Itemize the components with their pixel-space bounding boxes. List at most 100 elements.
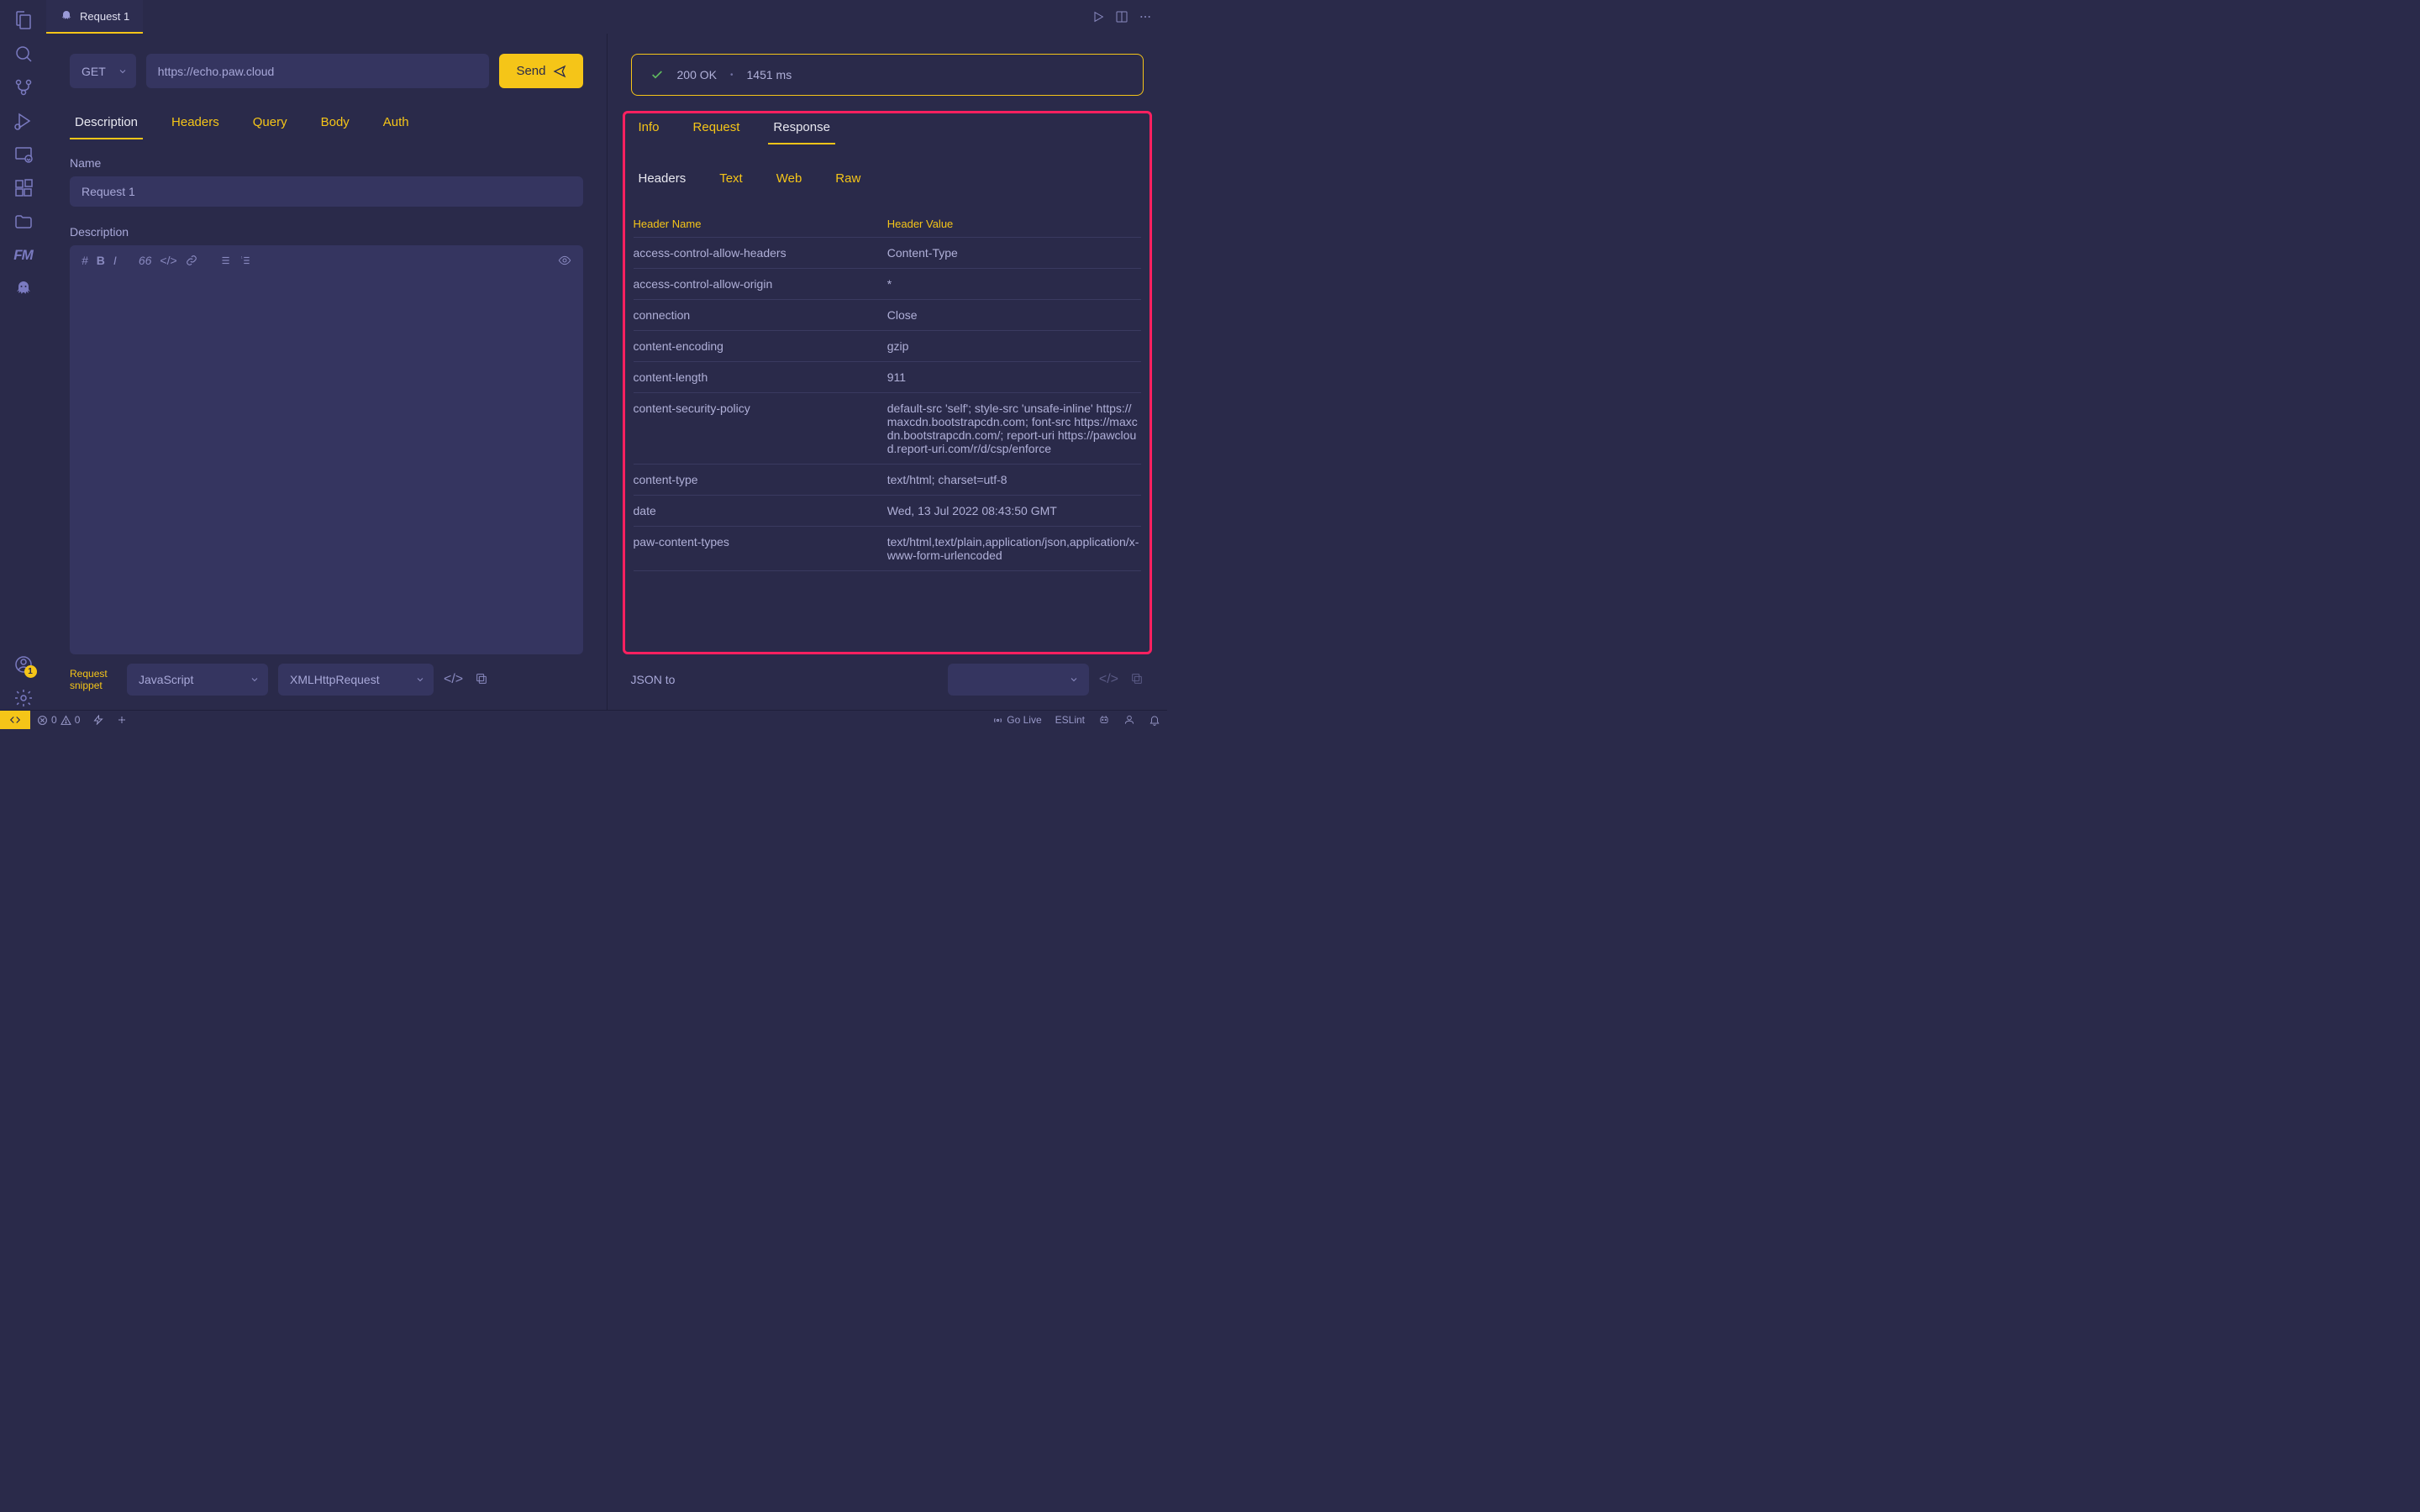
source-control-icon[interactable] xyxy=(12,76,35,99)
dot-separator: • xyxy=(730,71,734,80)
header-value: Close xyxy=(887,308,1141,322)
header-name: content-security-policy xyxy=(634,402,887,455)
tab-query[interactable]: Query xyxy=(248,110,292,139)
json-code-icon[interactable]: </> xyxy=(1099,672,1118,687)
header-value: text/html,text/plain,application/json,ap… xyxy=(887,535,1141,562)
headers-table: Header Name Header Value access-control-… xyxy=(634,211,1142,647)
url-input[interactable] xyxy=(146,54,490,88)
check-icon xyxy=(650,68,664,81)
snippet-library-select[interactable]: XMLHttpRequest xyxy=(278,664,434,696)
settings-gear-icon[interactable] xyxy=(12,686,35,710)
tab-response[interactable]: Response xyxy=(768,115,835,144)
eslint-item[interactable]: ESLint xyxy=(1049,714,1092,726)
header-name: content-type xyxy=(634,473,887,486)
list-icon[interactable] xyxy=(219,255,231,266)
method-select[interactable]: GET xyxy=(70,54,136,88)
more-icon[interactable] xyxy=(1139,10,1152,24)
send-label: Send xyxy=(516,64,545,78)
bold-icon[interactable]: B xyxy=(97,254,105,267)
header-value: * xyxy=(887,277,1141,291)
copilot-item[interactable] xyxy=(1092,714,1117,726)
name-input[interactable] xyxy=(70,176,583,207)
preview-eye-icon[interactable] xyxy=(558,254,571,267)
header-name: content-length xyxy=(634,370,887,384)
link-icon[interactable] xyxy=(186,254,197,267)
request-panel: GET Send Description Headers Query Body … xyxy=(46,34,608,710)
run-icon[interactable] xyxy=(1092,10,1105,24)
response-tabs: Info Request Response xyxy=(634,115,1142,144)
description-label: Description xyxy=(70,225,583,239)
problems-item[interactable]: 0 0 xyxy=(30,714,87,726)
split-editor-icon[interactable] xyxy=(1115,10,1128,24)
response-highlight: Info Request Response Headers Text Web R… xyxy=(623,111,1153,654)
snippet-code-icon[interactable]: </> xyxy=(444,672,463,687)
tab-body[interactable]: Body xyxy=(316,110,355,139)
feedback-item[interactable] xyxy=(1117,714,1142,726)
tab-request[interactable]: Request xyxy=(688,115,745,144)
snippet-language-select[interactable]: JavaScript xyxy=(127,664,268,696)
remote-indicator[interactable] xyxy=(0,711,30,729)
view-raw[interactable]: Raw xyxy=(830,168,865,194)
tab-info[interactable]: Info xyxy=(634,115,665,144)
method-value: GET xyxy=(82,65,106,78)
description-toolbar: # B I 66 </> 1 xyxy=(70,245,583,276)
status-code: 200 OK xyxy=(677,68,717,81)
editor-tabbar: Request 1 xyxy=(46,0,1167,34)
snippet-copy-icon[interactable] xyxy=(475,672,488,687)
tab-headers[interactable]: Headers xyxy=(166,110,224,139)
italic-icon[interactable]: I xyxy=(113,254,117,267)
remote-explorer-icon[interactable] xyxy=(12,143,35,166)
header-value: default-src 'self'; style-src 'unsafe-in… xyxy=(887,402,1141,455)
tab-label: Request 1 xyxy=(80,10,129,23)
request-subtabs: Description Headers Query Body Auth xyxy=(70,110,583,139)
response-bottom-bar: JSON to </> xyxy=(631,654,1144,710)
table-row: access-control-allow-headersContent-Type xyxy=(634,238,1142,269)
table-row: content-encodinggzip xyxy=(634,331,1142,362)
view-text[interactable]: Text xyxy=(714,168,748,194)
bell-item[interactable] xyxy=(1142,714,1167,726)
table-row: content-typetext/html; charset=utf-8 xyxy=(634,465,1142,496)
lightning-item[interactable] xyxy=(87,715,110,725)
heading-icon[interactable]: # xyxy=(82,254,88,267)
status-time: 1451 ms xyxy=(747,68,792,81)
debug-icon[interactable] xyxy=(12,109,35,133)
json-to-select[interactable] xyxy=(948,664,1089,696)
folder-icon[interactable] xyxy=(12,210,35,234)
table-row: content-length911 xyxy=(634,362,1142,393)
tab-request-1[interactable]: Request 1 xyxy=(46,0,143,34)
target-item[interactable] xyxy=(110,715,134,725)
view-web[interactable]: Web xyxy=(771,168,808,194)
numbered-list-icon[interactable]: 1 xyxy=(239,255,251,266)
tab-description[interactable]: Description xyxy=(70,110,143,139)
accounts-icon[interactable]: 1 xyxy=(12,653,35,676)
header-name: access-control-allow-headers xyxy=(634,246,887,260)
extensions-icon[interactable] xyxy=(12,176,35,200)
tab-auth[interactable]: Auth xyxy=(378,110,414,139)
svg-text:1: 1 xyxy=(240,256,242,260)
octopus-icon[interactable] xyxy=(12,277,35,301)
response-panel: 200 OK • 1451 ms Info Request Response H… xyxy=(608,34,1168,710)
send-button[interactable]: Send xyxy=(499,54,582,88)
search-icon[interactable] xyxy=(12,42,35,66)
header-name: date xyxy=(634,504,887,517)
view-headers[interactable]: Headers xyxy=(634,168,692,194)
table-row: content-security-policydefault-src 'self… xyxy=(634,393,1142,465)
json-copy-icon[interactable] xyxy=(1130,672,1144,687)
activity-bar: FM 1 xyxy=(0,0,46,710)
snippet-bar: Request snippet JavaScript XMLHttpReques… xyxy=(70,654,583,710)
header-name: paw-content-types xyxy=(634,535,887,562)
description-textarea[interactable] xyxy=(70,276,583,654)
header-value: gzip xyxy=(887,339,1141,353)
quote-icon[interactable]: 66 xyxy=(139,254,152,267)
go-live-item[interactable]: Go Live xyxy=(986,714,1048,726)
table-row: dateWed, 13 Jul 2022 08:43:50 GMT xyxy=(634,496,1142,527)
name-label: Name xyxy=(70,156,583,170)
statusbar: 0 0 Go Live ESLint xyxy=(0,710,1167,729)
fm-icon[interactable]: FM xyxy=(12,244,35,267)
code-icon[interactable]: </> xyxy=(160,254,176,267)
table-row: paw-content-typestext/html,text/plain,ap… xyxy=(634,527,1142,571)
json-to-label: JSON to xyxy=(631,673,676,686)
explorer-icon[interactable] xyxy=(12,8,35,32)
status-box: 200 OK • 1451 ms xyxy=(631,54,1144,96)
header-value: Wed, 13 Jul 2022 08:43:50 GMT xyxy=(887,504,1141,517)
